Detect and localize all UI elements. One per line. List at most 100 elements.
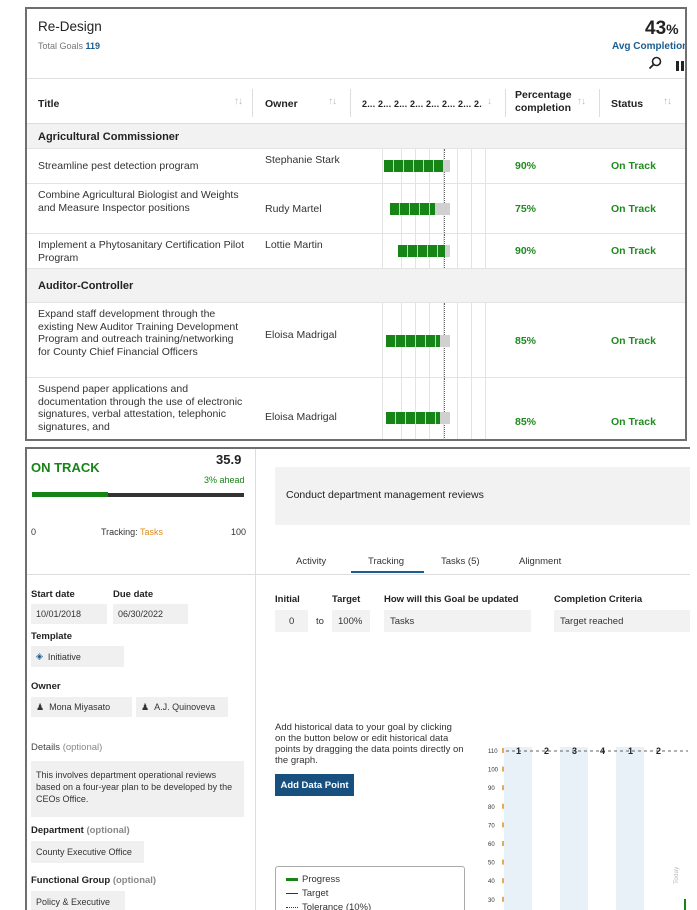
tracking-value[interactable]: Tasks (140, 527, 163, 537)
quarter-band (504, 747, 532, 910)
col-owner[interactable]: Owner (265, 98, 298, 110)
goal-title[interactable]: Implement a Phytosanitary Certification … (38, 239, 248, 264)
gantt-bar-progress (386, 335, 441, 347)
gantt-cell (374, 234, 499, 268)
gantt-gridline (485, 303, 486, 377)
col-percentage[interactable]: Percentage (515, 89, 572, 101)
gantt-bar-progress (390, 203, 435, 215)
legend-target-label: Target (302, 888, 329, 899)
gantt-bar[interactable] (398, 245, 450, 257)
table-row[interactable]: Streamline pest detection program Stepha… (27, 149, 685, 184)
tab-tracking[interactable]: Tracking (368, 556, 404, 567)
goal-status: On Track (611, 245, 656, 257)
sort-icon[interactable]: ↑↓ (577, 96, 586, 107)
ahead-indicator: 3% ahead (204, 475, 245, 485)
tab-activity[interactable]: Activity (296, 556, 326, 567)
gantt-gridline (471, 303, 472, 377)
gantt-gridline (429, 378, 430, 439)
gantt-gridline (382, 234, 383, 268)
divider (27, 574, 255, 575)
completion-criteria-field[interactable]: Target reached (554, 610, 690, 632)
col-status[interactable]: Status (611, 98, 643, 110)
tracking-method: Tracking: Tasks (101, 527, 163, 537)
update-method-label: How will this Goal be updated (384, 594, 519, 605)
gantt-bar[interactable] (386, 412, 450, 424)
goal-owner: Eloisa Madrigal (265, 329, 337, 341)
owner-chip[interactable]: ♟ Mona Miyasato (31, 697, 132, 717)
due-date-field[interactable]: 06/30/2022 (113, 604, 188, 624)
details-field[interactable]: This involves department operational rev… (31, 761, 244, 817)
progress-graph[interactable]: 110100908070605040301 2 3 4 1 2Today (488, 729, 688, 910)
goal-status: On Track (611, 203, 656, 215)
table-row[interactable]: Combine Agricultural Biologist and Weigh… (27, 184, 685, 234)
y-tick-label: 30 (488, 898, 495, 904)
goal-title[interactable]: Conduct department management reviews (275, 467, 690, 525)
gantt-today-line (444, 378, 445, 439)
gantt-gridline (457, 184, 458, 233)
goal-title[interactable]: Combine Agricultural Biologist and Weigh… (38, 189, 248, 214)
start-date-field[interactable]: 10/01/2018 (31, 604, 107, 624)
tab-bar: Activity Tracking Tasks (5) Alignment (256, 549, 690, 575)
quarter-band (616, 747, 644, 910)
target-label: Target (332, 594, 361, 605)
table-header: Title ↑↓ Owner ↑↓ 2... 2... 2... 2... 2.… (27, 81, 685, 124)
divider (256, 574, 690, 575)
sort-icon[interactable]: ↑↓ (328, 96, 337, 107)
gantt-gridline (415, 378, 416, 439)
total-goals: Total Goals 119 (38, 41, 100, 51)
gantt-gridline (485, 378, 486, 439)
gantt-gridline (485, 234, 486, 268)
group-name: Agricultural Commissioner (38, 131, 180, 143)
functional-group-field[interactable]: Policy & Executive (31, 891, 125, 910)
gantt-bar[interactable] (384, 160, 450, 172)
today-label: Today (673, 866, 680, 884)
goal-title[interactable]: Expand staff development through the exi… (38, 308, 248, 358)
owner-name: A.J. Quinoveva (154, 702, 216, 712)
chart-bars-icon[interactable] (676, 61, 687, 71)
goal-detail-panel: ON TRACK 35.9 3% ahead 0 Tracking: Tasks… (25, 447, 690, 910)
group-header: Auditor-Controller (27, 269, 685, 303)
target-field[interactable]: 100% (332, 610, 370, 632)
initial-field[interactable]: 0 (275, 610, 308, 632)
initiative-icon: ◈ (36, 651, 43, 661)
gantt-gridline (471, 184, 472, 233)
functional-group-label-text: Functional Group (31, 875, 111, 886)
historical-data-hint: Add historical data to your goal by clic… (275, 722, 464, 766)
progress-bar-fill (32, 492, 109, 497)
y-tick-label: 110 (488, 749, 498, 755)
tab-alignment[interactable]: Alignment (519, 556, 561, 567)
table-row[interactable]: Implement a Phytosanitary Certification … (27, 234, 685, 269)
table-row[interactable]: Suspend paper applications and documenta… (27, 378, 685, 439)
owner-chip[interactable]: ♟ A.J. Quinoveva (136, 697, 228, 717)
col-divider (252, 89, 253, 117)
template-field[interactable]: ◈ Initiative (31, 646, 124, 667)
gantt-gridline (457, 234, 458, 268)
due-date-label: Due date (113, 589, 154, 600)
gantt-bar[interactable] (390, 203, 450, 215)
tab-tasks[interactable]: Tasks (5) (441, 556, 480, 567)
y-tick-label: 60 (488, 842, 495, 848)
sort-icon[interactable]: ↑↓ (234, 96, 243, 107)
person-icon: ♟ (141, 701, 150, 712)
sort-icon[interactable]: ↑↓ (663, 96, 672, 107)
gantt-gridline (382, 149, 383, 183)
gantt-gridline (471, 149, 472, 183)
col-divider (505, 89, 506, 117)
search-icon[interactable] (648, 56, 662, 70)
gantt-bar[interactable] (386, 335, 450, 347)
goal-status: On Track (611, 160, 656, 172)
col-percentage-line2: completion (515, 102, 572, 114)
goal-title[interactable]: Suspend paper applications and documenta… (38, 383, 248, 433)
goal-owner: Rudy Martel (265, 203, 322, 215)
col-title[interactable]: Title (38, 98, 59, 110)
table-row[interactable]: Expand staff development through the exi… (27, 303, 685, 378)
y-tick-label: 80 (488, 805, 495, 811)
add-data-point-button[interactable]: Add Data Point (275, 774, 354, 796)
department-field[interactable]: County Executive Office (31, 841, 144, 863)
sort-icon[interactable]: ↓ (487, 96, 492, 107)
update-method-field[interactable]: Tasks (384, 610, 531, 632)
gantt-gridline (457, 378, 458, 439)
goal-title[interactable]: Streamline pest detection program (38, 160, 248, 173)
total-goals-value: 119 (85, 41, 101, 51)
gantt-gridline (401, 378, 402, 439)
